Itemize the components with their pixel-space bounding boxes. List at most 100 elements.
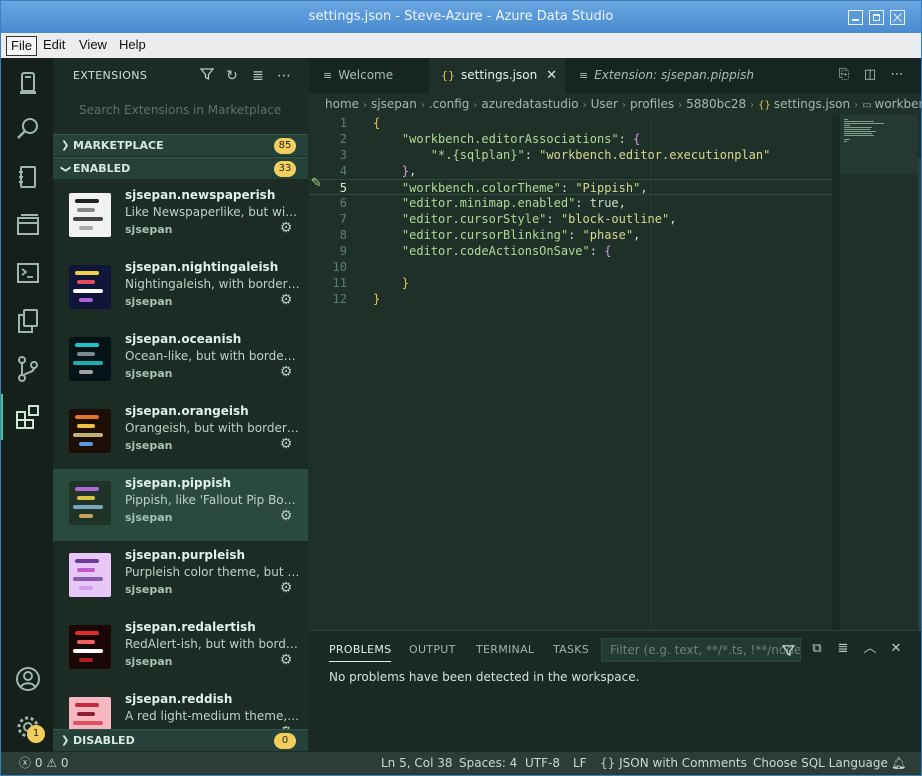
explorer-icon[interactable] [13,210,43,240]
code-line[interactable]: 8 "editor.cursorBlinking": "phase", [309,227,832,243]
maximize-panel-icon[interactable]: ︿ [862,641,878,657]
line-number: 7 [339,212,347,226]
line-number: 3 [339,148,347,162]
manage-gear-icon[interactable]: ⚙ [278,220,294,236]
code-line[interactable]: 5 "workbench.colorTheme": "Pippish", [309,179,832,195]
end-of-line[interactable]: LF [573,752,587,775]
copy-icon[interactable] [13,306,43,336]
warning-icon: ⚠ [46,756,58,770]
split-editor-icon[interactable]: ◫ [862,67,878,83]
enabled-section[interactable]: ❯ ENABLED 33 [53,157,308,179]
manage-gear-icon[interactable]: ⚙ [278,652,294,668]
minimize-button[interactable] [848,10,863,25]
code-line[interactable]: 6 "editor.minimap.enabled": true, [309,195,832,211]
more-actions-icon[interactable]: ⋯ [889,67,905,83]
marketplace-section[interactable]: ❯ MARKETPLACE 85 [53,134,308,156]
menu-edit[interactable]: Edit [39,36,69,56]
maximize-button[interactable] [869,10,884,25]
tab-terminal[interactable]: TERMINAL [476,643,534,656]
extension-item[interactable]: sjsepan.reddish A red light-medium theme,… [53,685,308,729]
breadcrumb-item[interactable]: azuredatastudio [481,97,578,111]
code-line[interactable]: 12} [309,291,832,307]
extension-item[interactable]: sjsepan.redalertish RedAlert-ish, but wit… [53,613,308,685]
breadcrumb-item[interactable]: workbench.colorTheme [875,97,921,111]
vertical-scrollbar[interactable] [918,158,921,630]
extensions-icon[interactable] [1,394,43,440]
tab-settings-json[interactable]: {} settings.json ✕ [429,58,565,93]
notifications-bell-icon[interactable]: 🔔︎ [891,752,906,775]
line-number: 1 [339,116,347,130]
code-line[interactable]: 7 "editor.cursorStyle": "block-outline", [309,211,832,227]
tab-tasks[interactable]: TASKS [553,643,589,656]
breadcrumb-item[interactable]: sjsepan [371,97,417,111]
marketplace-label: MARKETPLACE [73,139,164,152]
breadcrumb-item[interactable]: profiles [630,97,674,111]
search-icon[interactable] [13,114,43,144]
filter-icon[interactable] [198,67,216,85]
manage-gear-icon[interactable]: ⚙ [278,580,294,596]
extension-item[interactable]: sjsepan.newspaperish Like Newspaperlike, … [53,181,308,253]
tab-welcome[interactable]: ≡ Welcome [309,58,429,93]
breadcrumb-item[interactable]: User [591,97,618,111]
tab-problems[interactable]: PROBLEMS [329,643,392,662]
menu-file[interactable]: File [6,36,37,56]
problems-status[interactable]: ⓧ 0 ⚠ 0 [19,752,69,775]
code-line[interactable]: 9 "editor.codeActionsOnSave": { [309,243,832,259]
menu-view[interactable]: View [75,36,111,56]
code-editor[interactable]: 1{2 "workbench.editorAssociations": {3 "… [309,115,832,630]
view-as-list-icon[interactable]: ≣ [835,641,851,657]
more-actions-icon[interactable]: ⋯ [275,67,293,85]
extension-item[interactable]: sjsepan.purpleish Purpleish color theme, … [53,541,308,613]
extension-item[interactable]: sjsepan.nightingaleish Nightingaleish, wi… [53,253,308,325]
breadcrumb-item[interactable]: .config [429,97,470,111]
account-icon[interactable] [13,664,43,694]
extension-description: Orangeish, but with borders and colo... [125,421,300,435]
refresh-icon[interactable]: ↻ [223,67,241,85]
tab-extension-pippish[interactable]: ≡ Extension: sjsepan.pippish [565,58,775,93]
close-panel-icon[interactable]: ✕ [888,641,904,657]
code-line[interactable]: 1{ [309,115,832,131]
manage-gear-icon[interactable]: ⚙ [278,508,294,524]
filter-icon[interactable] [781,639,796,661]
connections-icon[interactable] [13,68,43,98]
enabled-count: 33 [274,161,296,177]
code-line[interactable]: 4 }, [309,163,832,179]
language-mode[interactable]: {} JSON with Comments [600,752,747,775]
terminal-icon[interactable] [13,258,43,288]
breadcrumb-item[interactable]: home [325,97,359,111]
line-number: 11 [332,276,347,290]
notebooks-icon[interactable] [13,162,43,192]
close-tab-icon[interactable]: ✕ [546,58,557,93]
tab-output[interactable]: OUTPUT [409,643,456,656]
breadcrumb-item[interactable]: settings.json [774,97,850,111]
bottom-panel: PROBLEMS OUTPUT TERMINAL TASKS Filter (e… [309,630,921,752]
open-settings-ui-icon[interactable]: ⎘ [836,67,852,83]
code-line[interactable]: 2 "workbench.editorAssociations": { [309,131,832,147]
minimap[interactable] [840,115,918,175]
encoding[interactable]: UTF-8 [525,752,560,775]
breadcrumb-item[interactable]: 5880bc28 [686,97,746,111]
code-line[interactable]: 11 } [309,275,832,291]
code-line[interactable]: 10 [309,259,832,275]
extension-item[interactable]: sjsepan.orangeish Orangeish, but with bor… [53,397,308,469]
problems-filter-input[interactable]: Filter (e.g. text, **/*.ts, !**/node_mod… [601,638,801,662]
close-window-button[interactable] [890,10,905,25]
extensions-search-input[interactable]: Search Extensions in Marketplace [73,98,298,122]
manage-gear-icon[interactable]: ⚙ [278,436,294,452]
code-line[interactable]: 3 "*.{sqlplan}": "workbench.editor.execu… [309,147,832,163]
sql-language[interactable]: Choose SQL Language [753,752,888,775]
extension-item[interactable]: sjsepan.pippish Pippish, like 'Fallout Pi… [53,469,308,541]
clear-list-icon[interactable]: ≣ [249,67,267,85]
manage-gear-icon[interactable]: ⚙ [278,292,294,308]
extension-item[interactable]: sjsepan.oceanish Ocean-like, but with bor… [53,325,308,397]
tab-label: Welcome [338,68,394,82]
disabled-section[interactable]: ❯ DISABLED 0 [53,729,308,751]
collapse-all-icon[interactable]: ⧉ [809,641,825,657]
braces-icon: {} [441,69,455,82]
menu-help[interactable]: Help [115,36,150,56]
manage-gear-icon[interactable]: ⚙ [278,364,294,380]
cursor-position[interactable]: Ln 5, Col 38 [381,752,453,775]
indentation[interactable]: Spaces: 4 [459,752,517,775]
status-bar: ⓧ 0 ⚠ 0 Ln 5, Col 38 Spaces: 4 UTF-8 LF … [1,752,921,775]
source-control-icon[interactable] [13,354,43,384]
